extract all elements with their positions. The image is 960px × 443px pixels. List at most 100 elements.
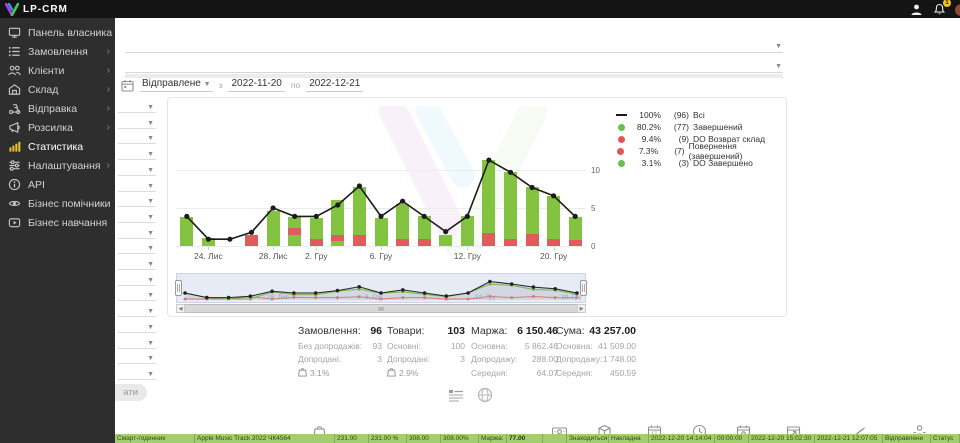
table-row[interactable]: Смарт-годинникApple Music Track 2022 ЧК4… — [115, 434, 960, 443]
mini-filter-select[interactable]: ▼ — [118, 351, 156, 364]
summary-title: Маржа: — [471, 325, 507, 337]
chart-toolbar — [448, 387, 493, 403]
partial-edge-icon[interactable] — [955, 4, 960, 16]
mini-filter-select[interactable]: ▼ — [118, 367, 156, 380]
date-type-label: Відправлене — [142, 78, 201, 89]
mini-filter-select[interactable]: ▼ — [118, 163, 156, 176]
sidebar-item-stats[interactable]: Статистика — [0, 137, 115, 156]
mini-filter-select[interactable]: ▼ — [118, 241, 156, 254]
summary-value: 43 257.00 — [589, 325, 636, 337]
settings-icon — [8, 159, 21, 172]
summary-sub-value: 5 862.46 — [525, 341, 558, 351]
mini-filter-select[interactable]: ▼ — [118, 194, 156, 207]
scroll-thumb[interactable] — [185, 304, 577, 313]
summary-sub-label: Допродані: — [298, 354, 341, 364]
sidebar-item-api[interactable]: API — [0, 175, 115, 194]
table-cell: 308.00 — [407, 434, 441, 443]
filter-select-2[interactable]: ▼ — [125, 60, 783, 73]
sidebar-item-settings[interactable]: Налаштування› — [0, 156, 115, 175]
legend-percent: 9.4% — [631, 134, 661, 144]
summary-value: 103 — [447, 325, 465, 337]
sidebar-item-clients[interactable]: Клієнти› — [0, 61, 115, 80]
sidebar-item-label: Бізнес помічники — [28, 198, 111, 210]
legend-line-marker-icon — [615, 114, 627, 116]
legend-item[interactable]: 80.2%(77)Завершений — [615, 121, 786, 133]
mini-filter-select[interactable]: ▼ — [118, 147, 156, 160]
scroll-left-arrow[interactable]: ◀ — [176, 304, 185, 313]
sidebar-item-mailing[interactable]: Розсилка› — [0, 118, 115, 137]
legend-dot-marker-icon — [615, 124, 627, 131]
sidebar-item-label: Розсилка — [28, 122, 73, 134]
summary-sub-value: 41 509.00 — [598, 341, 636, 351]
date-filter-row: Відправлене ▼ з 2022-11-20 по 2022-12-21 — [121, 77, 363, 93]
mini-filter-select[interactable]: ▼ — [118, 304, 156, 317]
scroll-right-arrow[interactable]: ▶ — [577, 304, 586, 313]
mini-filter-select[interactable]: ▼ — [118, 131, 156, 144]
table-cell: 308.00% — [441, 434, 479, 443]
mini-filter-select[interactable]: ▼ — [118, 210, 156, 223]
total-line-series — [176, 98, 586, 249]
legend-count: (96) — [665, 110, 689, 120]
logo-text: LP-CRM — [23, 4, 68, 15]
summary-sub-value: 3 — [460, 354, 465, 364]
summary-sub-value: 93 — [373, 341, 382, 351]
app-logo[interactable]: LP-CRM — [0, 3, 68, 16]
navigator-left-handle[interactable] — [175, 280, 182, 296]
date-from-input[interactable]: 2022-11-20 — [228, 78, 284, 92]
mini-filter-select[interactable]: ▼ — [118, 273, 156, 286]
globe-icon[interactable] — [477, 387, 493, 403]
mini-filter-select[interactable]: ▼ — [118, 257, 156, 270]
mini-filter-select[interactable]: ▼ — [118, 179, 156, 192]
lp-crm-statistics-page: LP-CRM 1 Панель власника Замовлення›Клієн… — [0, 0, 960, 443]
mini-filter-select[interactable]: ▼ — [118, 116, 156, 129]
chevron-down-icon: ▼ — [147, 120, 154, 127]
sidebar-item-helpers[interactable]: Бізнес помічники — [0, 194, 115, 213]
sidebar-item-shipping[interactable]: Відправка› — [0, 99, 115, 118]
mini-filter-select[interactable]: ▼ — [118, 320, 156, 333]
sidebar-item-warehouse[interactable]: Склад› — [0, 80, 115, 99]
sidebar-item-label: API — [28, 179, 45, 191]
statistics-chart-card: 100%(96)Всі80.2%(77)Завершений9.4%(9)DO … — [167, 97, 787, 317]
notifications-bell-icon[interactable]: 1 — [933, 3, 946, 16]
mini-filter-select[interactable]: ▼ — [118, 336, 156, 349]
table-cell: Знаходиться — [567, 434, 609, 443]
notification-badge: 1 — [943, 0, 951, 7]
legend-dot-marker-icon — [615, 136, 627, 143]
chevron-down-icon: ▼ — [147, 214, 154, 221]
table-cell: Накладна — [609, 434, 649, 443]
sidebar-item-label: Панель власника — [28, 27, 112, 39]
chart-scrollbar[interactable]: ◀ ▶ — [176, 304, 586, 313]
sidebar-item-training[interactable]: Бізнес навчання — [0, 213, 115, 232]
table-cell: Маржа: — [479, 434, 507, 443]
filter-select-1[interactable]: ▼ — [125, 40, 783, 53]
chevron-down-icon: ▼ — [147, 308, 154, 315]
date-to-input[interactable]: 2022-12-21 — [306, 78, 363, 92]
summary-title: Товари: — [387, 325, 424, 337]
legend-count: (7) — [662, 146, 684, 156]
legend-item[interactable]: 100%(96)Всі — [615, 109, 786, 121]
chart-navigator[interactable]: 28. Лис6. Гру12. Гру19. Гру — [176, 273, 586, 303]
table-cell: 231.00 % — [369, 434, 407, 443]
legend-item[interactable]: 7.3%(7)Повернення (завершений) — [615, 145, 786, 157]
legend-percent: 7.3% — [630, 146, 658, 156]
navigator-right-handle[interactable] — [580, 280, 587, 296]
summary-sub-value: 450.59 — [610, 368, 636, 378]
y-axis-tick-label: 0 — [591, 242, 595, 251]
table-cell — [543, 434, 567, 443]
mini-filter-select[interactable]: ▼ — [118, 226, 156, 239]
user-icon[interactable] — [910, 3, 923, 16]
calendar-icon[interactable] — [121, 79, 134, 92]
summary-badge-percent: 3.1% — [310, 368, 329, 378]
mailing-icon — [8, 121, 21, 134]
mini-filter-select[interactable]: ▼ — [118, 288, 156, 301]
sidebar-item-orders[interactable]: Замовлення› — [0, 42, 115, 61]
chevron-down-icon: ▼ — [204, 81, 211, 88]
date-type-select[interactable]: Відправлене ▼ — [140, 78, 213, 92]
mini-filter-select[interactable]: ▼ — [118, 100, 156, 113]
svg-text:12. Гру: 12. Гру — [475, 294, 497, 301]
list-settings-icon[interactable] — [448, 387, 464, 403]
sidebar-item-panel[interactable]: Панель власника — [0, 23, 115, 42]
chevron-right-icon: › — [107, 85, 110, 95]
chevron-right-icon: › — [107, 47, 110, 57]
summary-column: Сума:43 257.00Основна:41 509.00Допродажу… — [556, 325, 636, 378]
